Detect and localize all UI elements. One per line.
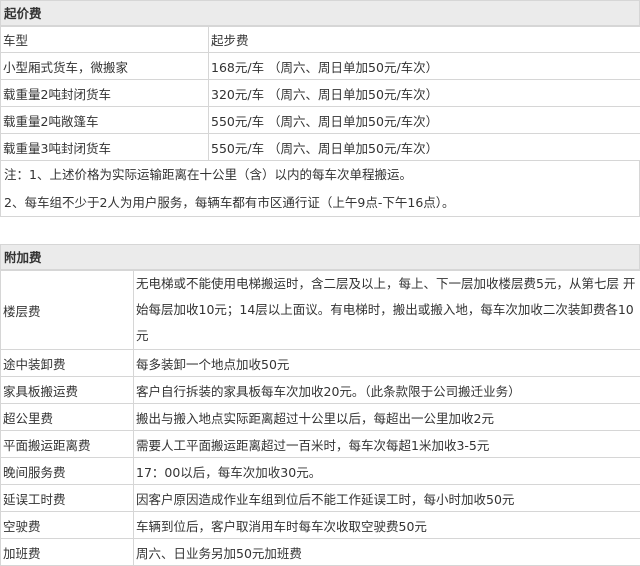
table-row: 载重量2吨封闭货车 320元/车 （周六、周日单加50元/车次） <box>1 80 640 107</box>
surcharge-name-cell: 途中装卸费 <box>1 350 134 377</box>
table-row: 延误工时费 因客户原因造成作业车组到位后不能工作延误工时，每小时加收50元 <box>1 485 640 512</box>
surcharge-section: 附加费 楼层费 无电梯或不能使用电梯搬运时，含二层及以上，每上、下一层加收楼层费… <box>0 244 640 566</box>
table-row: 载重量2吨敞篷车 550元/车 （周六、周日单加50元/车次） <box>1 107 640 134</box>
surcharge-desc-cell: 搬出与搬入地点实际距离超过十公里以后，每超出一公里加收2元 <box>134 404 640 431</box>
table-row: 载重量3吨封闭货车 550元/车 （周六、周日单加50元/车次） <box>1 134 640 161</box>
surcharge-desc-cell: 因客户原因造成作业车组到位后不能工作延误工时，每小时加收50元 <box>134 485 640 512</box>
table-row: 晚间服务费 17：00以后，每车次加收30元。 <box>1 458 640 485</box>
surcharge-name-cell: 加班费 <box>1 539 134 566</box>
table-row: 小型厢式货车，微搬家 168元/车 （周六、周日单加50元/车次） <box>1 53 640 80</box>
table-row: 平面搬运距离费 需要人工平面搬运距离超过一百米时，每车次每超1米加收3-5元 <box>1 431 640 458</box>
base-fee-table: 车型 起步费 小型厢式货车，微搬家 168元/车 （周六、周日单加50元/车次）… <box>0 26 640 161</box>
surcharge-desc-cell: 无电梯或不能使用电梯搬运时，含二层及以上，每上、下一层加收楼层费5元，从第七层 … <box>134 271 640 350</box>
table-row: 家具板搬运费 客户自行拆装的家具板每车次加收20元。（此条款限于公司搬迁业务） <box>1 377 640 404</box>
surcharge-title: 附加费 <box>0 244 640 270</box>
base-fee-cell: 550元/车 （周六、周日单加50元/车次） <box>209 134 640 161</box>
note-line-2: 2、每车组不少于2人为用户服务，每辆车都有市区通行证（上午9点-下午16点）。 <box>0 189 640 217</box>
section-gap <box>0 220 640 244</box>
base-fee-section: 起价费 车型 起步费 小型厢式货车，微搬家 168元/车 （周六、周日单加50元… <box>0 0 640 217</box>
base-fee-cell: 168元/车 （周六、周日单加50元/车次） <box>209 53 640 80</box>
surcharge-desc-cell: 周六、日业务另加50元加班费 <box>134 539 640 566</box>
surcharge-name-cell: 晚间服务费 <box>1 458 134 485</box>
surcharge-desc-cell: 需要人工平面搬运距离超过一百米时，每车次每超1米加收3-5元 <box>134 431 640 458</box>
base-fee-cell: 320元/车 （周六、周日单加50元/车次） <box>209 80 640 107</box>
vehicle-type-cell: 载重量2吨敞篷车 <box>1 107 209 134</box>
base-fee-cell: 550元/车 （周六、周日单加50元/车次） <box>209 107 640 134</box>
surcharge-desc-cell: 客户自行拆装的家具板每车次加收20元。（此条款限于公司搬迁业务） <box>134 377 640 404</box>
base-fee-title: 起价费 <box>0 0 640 26</box>
vehicle-type-cell: 载重量3吨封闭货车 <box>1 134 209 161</box>
table-row: 途中装卸费 每多装卸一个地点加收50元 <box>1 350 640 377</box>
surcharge-desc-cell: 每多装卸一个地点加收50元 <box>134 350 640 377</box>
header-vehicle-type: 车型 <box>1 27 209 53</box>
table-row: 空驶费 车辆到位后，客户取消用车时每车次收取空驶费50元 <box>1 512 640 539</box>
surcharge-name-cell: 楼层费 <box>1 271 134 350</box>
vehicle-type-cell: 载重量2吨封闭货车 <box>1 80 209 107</box>
surcharge-name-cell: 平面搬运距离费 <box>1 431 134 458</box>
table-header-row: 车型 起步费 <box>1 27 640 53</box>
table-row: 加班费 周六、日业务另加50元加班费 <box>1 539 640 566</box>
surcharge-desc-cell: 17：00以后，每车次加收30元。 <box>134 458 640 485</box>
table-row: 楼层费 无电梯或不能使用电梯搬运时，含二层及以上，每上、下一层加收楼层费5元，从… <box>1 271 640 350</box>
surcharge-name-cell: 超公里费 <box>1 404 134 431</box>
surcharge-name-cell: 家具板搬运费 <box>1 377 134 404</box>
surcharge-desc-cell: 车辆到位后，客户取消用车时每车次收取空驶费50元 <box>134 512 640 539</box>
note-line-1: 注：1、上述价格为实际运输距离在十公里（含）以内的每车次单程搬运。 <box>0 161 640 189</box>
surcharge-name-cell: 空驶费 <box>1 512 134 539</box>
table-row: 超公里费 搬出与搬入地点实际距离超过十公里以后，每超出一公里加收2元 <box>1 404 640 431</box>
surcharge-name-cell: 延误工时费 <box>1 485 134 512</box>
header-base-fee: 起步费 <box>209 27 640 53</box>
surcharge-table: 楼层费 无电梯或不能使用电梯搬运时，含二层及以上，每上、下一层加收楼层费5元，从… <box>0 270 640 566</box>
vehicle-type-cell: 小型厢式货车，微搬家 <box>1 53 209 80</box>
